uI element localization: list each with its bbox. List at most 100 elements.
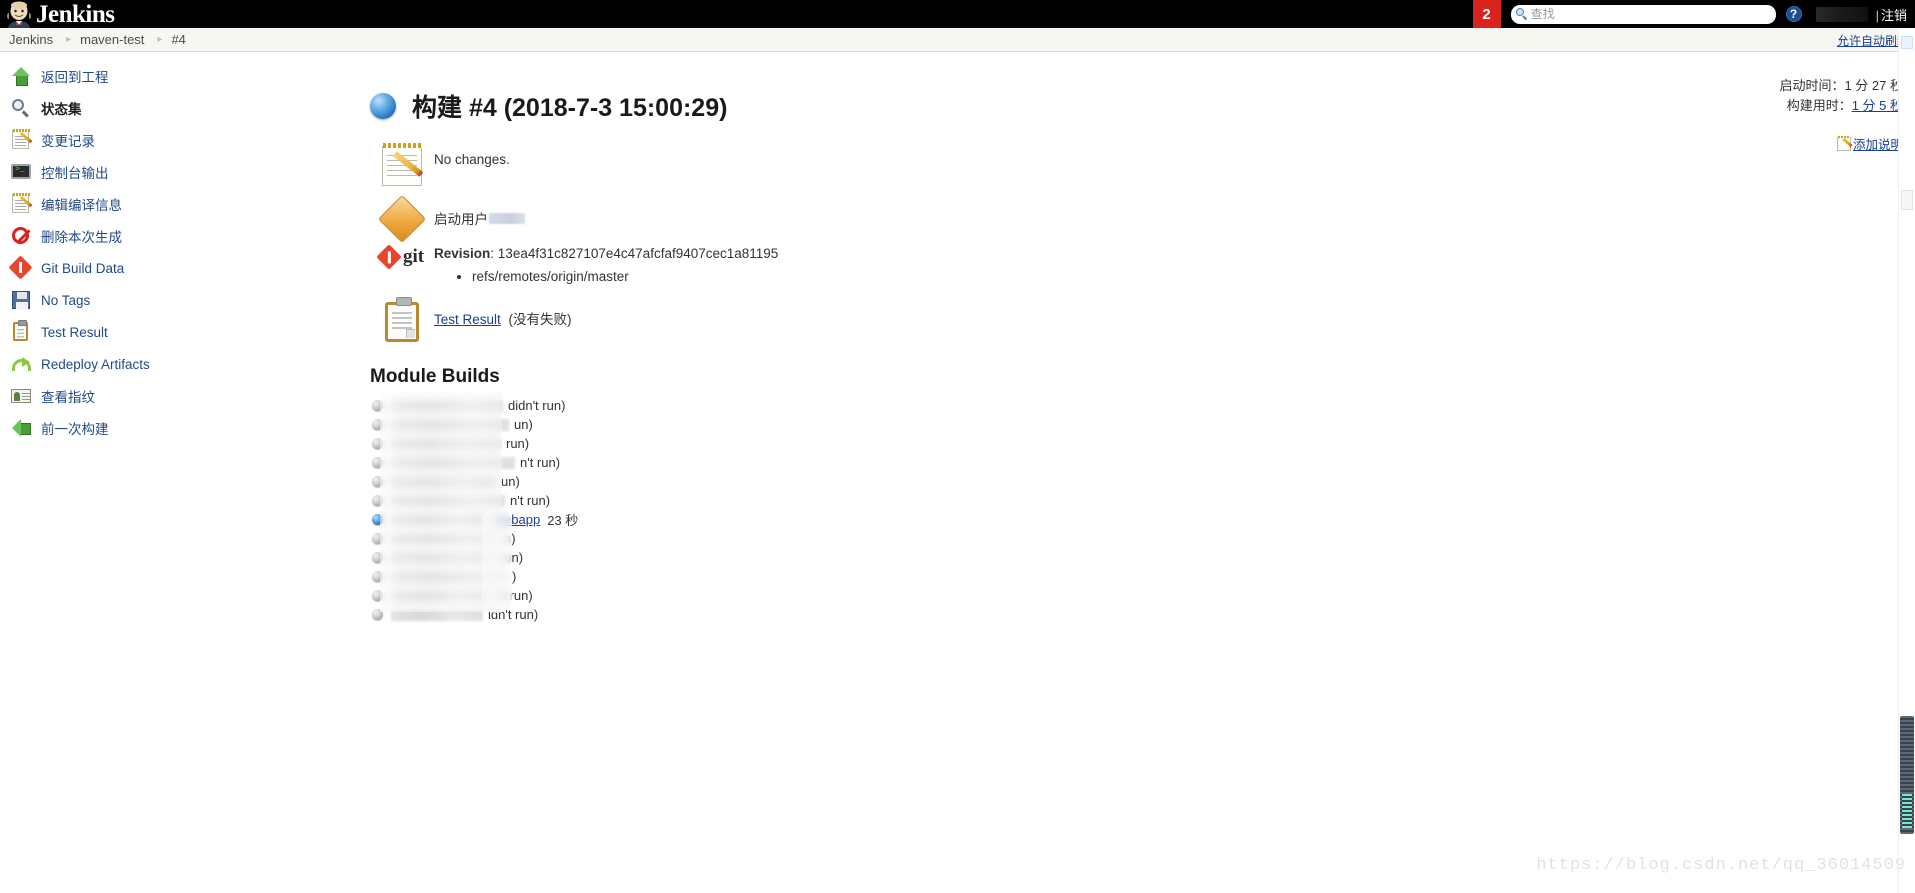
start-time-value: 1 分 27 秒 <box>1844 78 1903 93</box>
module-name-label <box>391 532 499 545</box>
list-item[interactable]: l't run) <box>372 586 1915 605</box>
module-status-text: n't run) <box>520 455 561 470</box>
sidebar-item-previous-build[interactable]: 前一次构建 <box>0 412 300 444</box>
search-input[interactable] <box>1530 6 1761 22</box>
sidebar-item-label: 返回到工程 <box>41 70 109 85</box>
sidebar-item-test-result[interactable]: Test Result <box>0 316 300 348</box>
module-name-label <box>391 494 505 507</box>
sidebar-item-no-tags[interactable]: No Tags <box>0 284 300 316</box>
sidebar-item-label: Redeploy Artifacts <box>41 356 150 372</box>
redeploy-arrow-icon <box>9 352 33 376</box>
sidebar-item-label: 控制台输出 <box>41 166 109 181</box>
breadcrumb: Jenkins ▸ maven-test ▸ #4 允许自动刷新 <box>0 28 1915 52</box>
module-build-link[interactable]: Webapp <box>492 512 540 527</box>
module-name-label <box>391 399 503 412</box>
sidebar-item-view-fingerprints[interactable]: 查看指纹 <box>0 380 300 412</box>
test-result-row: Test Result (没有失败) <box>370 297 1915 342</box>
breadcrumb-item-jenkins[interactable]: Jenkins <box>9 32 53 47</box>
sidebar-item-label: Git Build Data <box>41 260 125 276</box>
grey-ball-not-run-icon <box>372 552 383 563</box>
sidebar-item-git-build-data[interactable]: Git Build Data <box>0 252 300 284</box>
sidebar-item-label: No Tags <box>41 292 91 308</box>
chevron-right-icon: ▸ <box>157 34 163 45</box>
list-item[interactable]: n't run) <box>372 491 1915 510</box>
module-status-text: n't run) <box>510 493 551 508</box>
duration-value-link[interactable]: 1 分 5 秒 <box>1852 98 1903 113</box>
duration-row: 构建用时：1 分 5 秒 <box>1779 96 1903 116</box>
search-box[interactable] <box>1510 4 1776 24</box>
clipboard-icon <box>9 320 33 344</box>
sidebar-item-changes[interactable]: 变更记录 <box>0 124 300 156</box>
add-description-link[interactable]: 添加说明 <box>1853 134 1903 153</box>
list-item[interactable]: idn't run) <box>372 605 1915 624</box>
module-name-label <box>391 456 515 469</box>
list-item[interactable]: un) <box>372 415 1915 434</box>
module-status-text: ) <box>512 569 517 584</box>
start-time-row: 启动时间：1 分 27 秒 <box>1779 76 1903 96</box>
started-by-user[interactable] <box>489 212 525 224</box>
revision-separator: : <box>490 246 498 261</box>
revision-label: Revision <box>434 246 491 261</box>
sidebar-item-delete-build[interactable]: 删除本次生成 <box>0 220 300 252</box>
sidebar-item-label: 状态集 <box>41 102 82 117</box>
module-name-label <box>391 513 487 526</box>
list-item[interactable]: didn't run) <box>372 396 1915 415</box>
module-status-text: run) <box>500 550 524 565</box>
notepad-pencil-icon <box>370 143 434 186</box>
help-icon[interactable]: ? <box>1785 6 1802 22</box>
vertical-scrollbar-track[interactable] <box>1898 28 1915 893</box>
arrow-left-icon <box>9 416 33 440</box>
list-item[interactable]: Webapp 23 秒 <box>372 510 1915 529</box>
git-revision-line: Revision: 13ea4f31c827107e4c47afcfaf9407… <box>434 246 778 261</box>
module-status-text: l't run) <box>497 588 533 603</box>
search-icon <box>1515 8 1528 21</box>
add-description-row[interactable]: 添加说明 <box>1836 134 1903 153</box>
list-item: refs/remotes/origin/master <box>472 267 778 286</box>
orange-diamond-icon <box>370 194 434 244</box>
list-item[interactable]: un) <box>372 472 1915 491</box>
changes-row: No changes. <box>370 143 1915 186</box>
jenkins-butler-icon <box>4 1 34 28</box>
module-status-text: didn't run) <box>508 398 566 413</box>
top-header-bar: Jenkins 2 ? |注销 <box>0 0 1915 28</box>
sidebar-item-back-to-project[interactable]: 返回到工程 <box>0 60 300 92</box>
list-item[interactable]: ) <box>372 567 1915 586</box>
breadcrumb-item-maven-test[interactable]: maven-test <box>80 32 144 47</box>
module-status-text: un) <box>514 417 533 432</box>
sidebar-item-console-output[interactable]: 控制台输出 <box>0 156 300 188</box>
arrow-up-icon <box>9 64 33 88</box>
list-item[interactable]: run) <box>372 434 1915 453</box>
git-row: git Revision: 13ea4f31c827107e4c47afcfaf… <box>370 244 1915 286</box>
list-item[interactable]: run) <box>372 548 1915 567</box>
git-logo-word: git <box>402 246 425 267</box>
build-title-text: 构建 #4 (2018-7-3 15:00:29) <box>412 94 728 122</box>
scrollbar-marker <box>1901 36 1913 49</box>
search-icon <box>9 96 33 120</box>
sidebar-item-status[interactable]: 状态集 <box>0 92 300 124</box>
user-name-label[interactable] <box>1815 6 1868 22</box>
module-name-label <box>391 437 501 450</box>
started-by-label: 启动用户 <box>434 212 488 227</box>
vertical-scrollbar-thumb[interactable] <box>1900 716 1914 834</box>
grey-ball-not-run-icon <box>372 400 383 411</box>
breadcrumb-item-build-number[interactable]: #4 <box>171 32 185 47</box>
sidebar-item-edit-build-information[interactable]: 编辑编译信息 <box>0 188 300 220</box>
grey-ball-not-run-icon <box>372 495 383 506</box>
main-content: 启动时间：1 分 27 秒 构建用时：1 分 5 秒 添加说明 构建 #4 (2… <box>300 60 1915 624</box>
module-name-label <box>391 589 492 602</box>
sidebar-item-label: 删除本次生成 <box>41 230 122 245</box>
module-name-label <box>391 475 496 488</box>
clipboard-icon <box>370 297 434 342</box>
sidebar-item-redeploy-artifacts[interactable]: Redeploy Artifacts <box>0 348 300 380</box>
jenkins-logo-link[interactable]: Jenkins <box>4 0 115 28</box>
list-item[interactable]: n't run) <box>372 453 1915 472</box>
sidebar-item-label: Test Result <box>41 324 108 340</box>
logout-link[interactable]: | 注销 <box>1876 5 1907 24</box>
grey-ball-not-run-icon <box>372 571 383 582</box>
module-status-text: un) <box>501 474 520 489</box>
list-item[interactable]: n) <box>372 529 1915 548</box>
test-result-link[interactable]: Test Result <box>434 312 501 327</box>
module-duration: 23 秒 <box>547 513 579 528</box>
executor-count-badge[interactable]: 2 <box>1472 0 1501 28</box>
grey-ball-not-run-icon <box>372 457 383 468</box>
